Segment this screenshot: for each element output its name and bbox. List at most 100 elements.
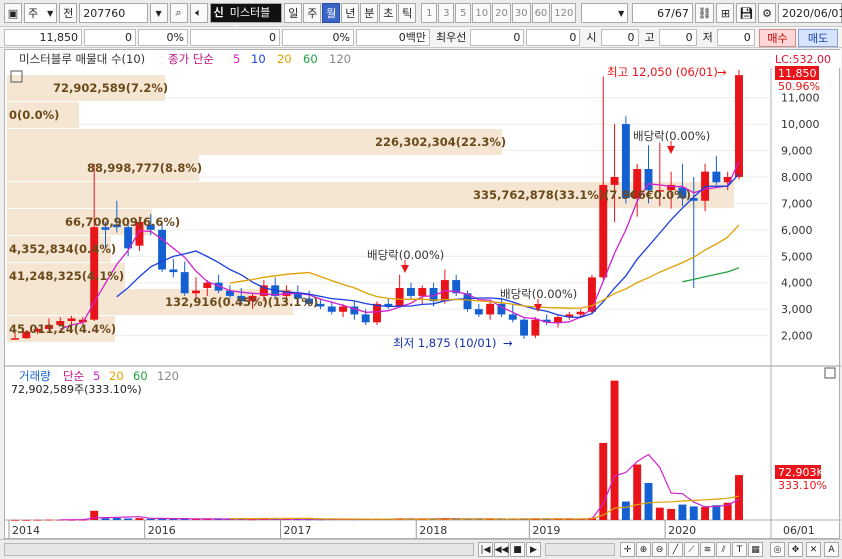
chart-scroll-bar: |◀ ◀◀ ■ ▶ ✛ ⊕ ⊖ ╱ ⟋ ≋ ⫽ T ▦ ◎ ✥ ✕ A: [0, 539, 842, 559]
volume-bar: [701, 507, 710, 520]
chart-add-icon[interactable]: ⊞: [716, 3, 735, 23]
xaxis-year-label: 2014: [12, 524, 40, 537]
period-mode-button[interactable]: 전: [59, 3, 78, 23]
price-tick-label: 7,000: [781, 197, 813, 210]
period-button[interactable]: 틱: [398, 3, 417, 23]
zoom-out-icon[interactable]: ⊖: [652, 542, 667, 557]
dividend-annotation: 배당락(0.00%): [367, 248, 444, 262]
save-icon[interactable]: 💾︎: [736, 3, 757, 23]
dividend-arrow-icon: [534, 304, 542, 312]
interval-button[interactable]: 5: [455, 3, 472, 23]
volume-panel-title: 거래량: [19, 369, 51, 383]
high-annotation: 최고 12,050 (06/01): [607, 65, 718, 79]
supply-bar-label: 0(0.0%): [9, 108, 59, 122]
price-volume-chart[interactable]: 11,000 10,000 9,000 8,000 7,000 6,000 5,000 4,0…: [5, 50, 841, 540]
code-input[interactable]: 207760: [79, 3, 148, 23]
candle-body: [486, 303, 495, 315]
close-icon[interactable]: ✕: [806, 542, 821, 557]
interval-button[interactable]: 10: [472, 3, 492, 23]
page-counter[interactable]: 67/67: [632, 3, 693, 23]
interval-button[interactable]: 1: [421, 3, 438, 23]
interval-button[interactable]: 3: [438, 3, 455, 23]
high-label: 고: [644, 31, 655, 44]
quote-change-pct: 0%: [138, 28, 188, 46]
volume-bar: [101, 518, 110, 520]
grid-tool-icon[interactable]: ▦: [748, 542, 763, 557]
horizontal-scrollbar[interactable]: [4, 543, 474, 556]
ma-legend-title: 종가 단순: [168, 52, 214, 66]
low-label: 저: [702, 31, 713, 44]
candle-body: [418, 287, 427, 296]
price-ma-line: [682, 267, 740, 283]
channel-tool-icon[interactable]: ⫽: [716, 542, 731, 557]
trend-tool-icon[interactable]: ⟋: [684, 542, 699, 557]
supply-bar-label: 88,998,777(8.8%): [87, 161, 202, 175]
candle-body: [576, 311, 585, 315]
lc-label: LC:532.00: [775, 53, 831, 66]
volume-bar: [644, 483, 653, 520]
gear-icon[interactable]: ⚙: [758, 3, 777, 23]
interval-button[interactable]: 20: [492, 3, 511, 23]
code-dropdown-button[interactable]: ▼: [149, 3, 168, 23]
stock-name-box[interactable]: 신 미스터블루: [209, 3, 283, 37]
play-icon[interactable]: ▶: [526, 542, 541, 557]
period-button[interactable]: 월: [322, 3, 341, 23]
candle-body: [169, 269, 178, 273]
font-icon[interactable]: A: [824, 542, 839, 557]
interval-button[interactable]: 30: [511, 3, 531, 23]
ma-legend-item: 20: [277, 52, 292, 66]
line-tool-icon[interactable]: ╱: [668, 542, 683, 557]
period-button[interactable]: 주: [303, 3, 322, 23]
fib-tool-icon[interactable]: ≋: [700, 542, 715, 557]
buy-button[interactable]: 매수: [759, 29, 796, 47]
ma-legend-item: 60: [303, 52, 318, 66]
prev-page-icon[interactable]: ◀◀: [494, 542, 509, 557]
market-select[interactable]: 주 ▼: [24, 3, 58, 23]
zoom-in-icon[interactable]: ⊕: [636, 542, 651, 557]
price-tick-label: 3,000: [781, 303, 813, 316]
target-icon[interactable]: ◎: [770, 542, 785, 557]
crosshair-icon[interactable]: ✛: [620, 542, 635, 557]
search-icon[interactable]: ⌕: [169, 3, 188, 23]
candle-body: [520, 319, 529, 336]
link-icon[interactable]: ⛓: [694, 3, 715, 23]
supply-bar-label: 72,902,589(7.2%): [53, 81, 168, 95]
volume-bar: [124, 518, 133, 520]
quote-amount: 0백만: [356, 28, 430, 46]
sell-button[interactable]: 매도: [798, 29, 838, 47]
volume-bar: [633, 464, 642, 520]
period-button[interactable]: 초: [379, 3, 398, 23]
volume-bar: [689, 506, 698, 520]
interval-button[interactable]: 60: [531, 3, 551, 23]
stop-icon[interactable]: ■: [510, 542, 525, 557]
low-value: 0: [716, 28, 755, 46]
panel-close-icon[interactable]: [824, 367, 836, 379]
chart-area[interactable]: 11,000 10,000 9,000 8,000 7,000 6,000 5,000 4,0…: [4, 49, 841, 540]
period-button[interactable]: 분: [360, 3, 379, 23]
candle-body: [621, 124, 630, 199]
chart-toolbar: ▣ 주 ▼ 전 207760 ▼ ⌕ 🔈︎ 신 미스터블루 일주월년분초틱 13…: [0, 0, 842, 37]
move-icon[interactable]: ✥: [788, 542, 803, 557]
dividend-arrow-icon: [401, 265, 409, 273]
price-tick-label: 9,000: [781, 145, 813, 158]
pref-label: 최우선: [436, 31, 467, 44]
period-button[interactable]: 년: [341, 3, 360, 23]
interval-input[interactable]: ▼: [581, 3, 629, 23]
first-page-icon[interactable]: |◀: [478, 542, 493, 557]
candle-body: [531, 319, 540, 336]
zoom-slider[interactable]: [545, 543, 615, 556]
candle-body: [474, 309, 483, 315]
text-tool-icon[interactable]: T: [732, 542, 747, 557]
window-icon[interactable]: ▣: [4, 3, 22, 23]
price-tick-label: 10,000: [781, 118, 820, 131]
current-volume-pct: 333.10%: [778, 479, 827, 492]
dividend-arrow-icon: [667, 146, 675, 154]
date-input[interactable]: 2020/06/01: [778, 3, 842, 23]
ma-legend-item: 5: [233, 52, 240, 66]
volume-ma-legend-item: 20: [109, 369, 124, 383]
interval-button[interactable]: 120: [551, 3, 577, 23]
candle-body: [361, 314, 370, 323]
speaker-icon[interactable]: 🔈︎: [189, 3, 208, 23]
supply-bar-label: 132,916(0.45%)(13.1%): [165, 295, 318, 309]
period-button[interactable]: 일: [284, 3, 303, 23]
